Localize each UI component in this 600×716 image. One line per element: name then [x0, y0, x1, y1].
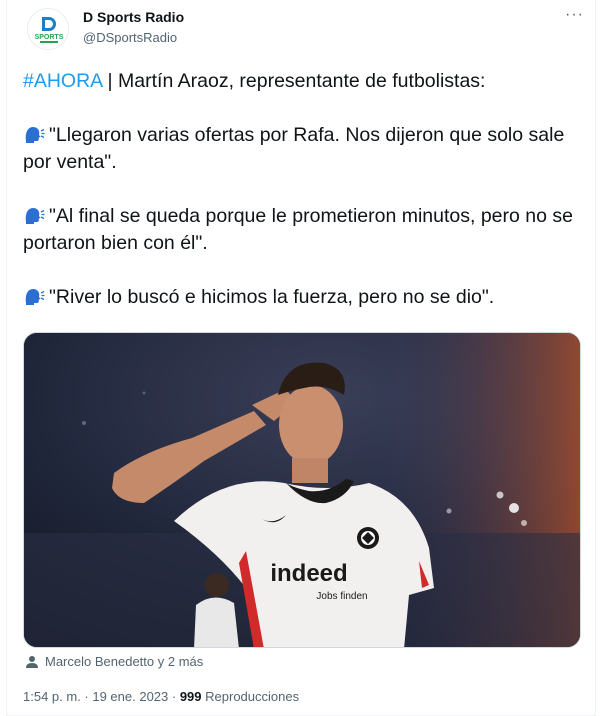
tweet-timestamp[interactable]: 1:54 p. m. · 19 ene. 2023 · — [23, 689, 180, 704]
quote-2: "Al final se queda porque le prometieron… — [23, 203, 583, 257]
tweet-card: SPORTS D Sports Radio @DSportsRadio ··· … — [6, 0, 596, 716]
jersey-sponsor-main: indeed — [270, 560, 347, 587]
tagged-users[interactable]: Marcelo Benedetto y 2 más — [25, 654, 203, 669]
tweet-meta: 1:54 p. m. · 19 ene. 2023 · 999 Reproduc… — [23, 689, 299, 704]
speaking-head-icon — [25, 127, 45, 143]
quote-1: "Llegaron varias ofertas por Rafa. Nos d… — [23, 122, 583, 176]
tweet-intro: #AHORA | Martín Araoz, representante de … — [23, 68, 583, 95]
tweet-body: #AHORA | Martín Araoz, representante de … — [23, 68, 583, 338]
avatar-logo-text: SPORTS — [35, 34, 64, 41]
tagged-users-text: Marcelo Benedetto y 2 más — [45, 654, 204, 669]
quote-3: "River lo buscó e hicimos la fuerza, per… — [23, 284, 583, 311]
tweet-header: SPORTS D Sports Radio @DSportsRadio ··· — [7, 0, 595, 56]
author-handle[interactable]: @DSportsRadio — [83, 30, 177, 45]
speaking-head-icon — [25, 289, 45, 305]
speaking-head-icon — [25, 208, 45, 224]
jersey-sponsor-sub: Jobs finden — [316, 591, 367, 602]
more-icon[interactable]: ··· — [565, 7, 584, 23]
quote-1-text: "Llegaron varias ofertas por Rafa. Nos d… — [23, 124, 565, 173]
views-count: 999 — [179, 689, 202, 704]
person-icon — [26, 655, 38, 668]
hashtag-link[interactable]: #AHORA — [23, 70, 102, 92]
tweet-photo[interactable]: indeed Jobs finden — [23, 332, 581, 648]
author-avatar[interactable]: SPORTS — [27, 8, 69, 50]
quote-3-text: "River lo buscó e hicimos la fuerza, per… — [49, 286, 495, 308]
author-name[interactable]: D Sports Radio — [83, 9, 184, 25]
quote-2-text: "Al final se queda porque le prometieron… — [23, 205, 573, 254]
intro-text: | Martín Araoz, representante de futboli… — [102, 70, 486, 92]
views-label: Reproducciones — [201, 689, 300, 704]
